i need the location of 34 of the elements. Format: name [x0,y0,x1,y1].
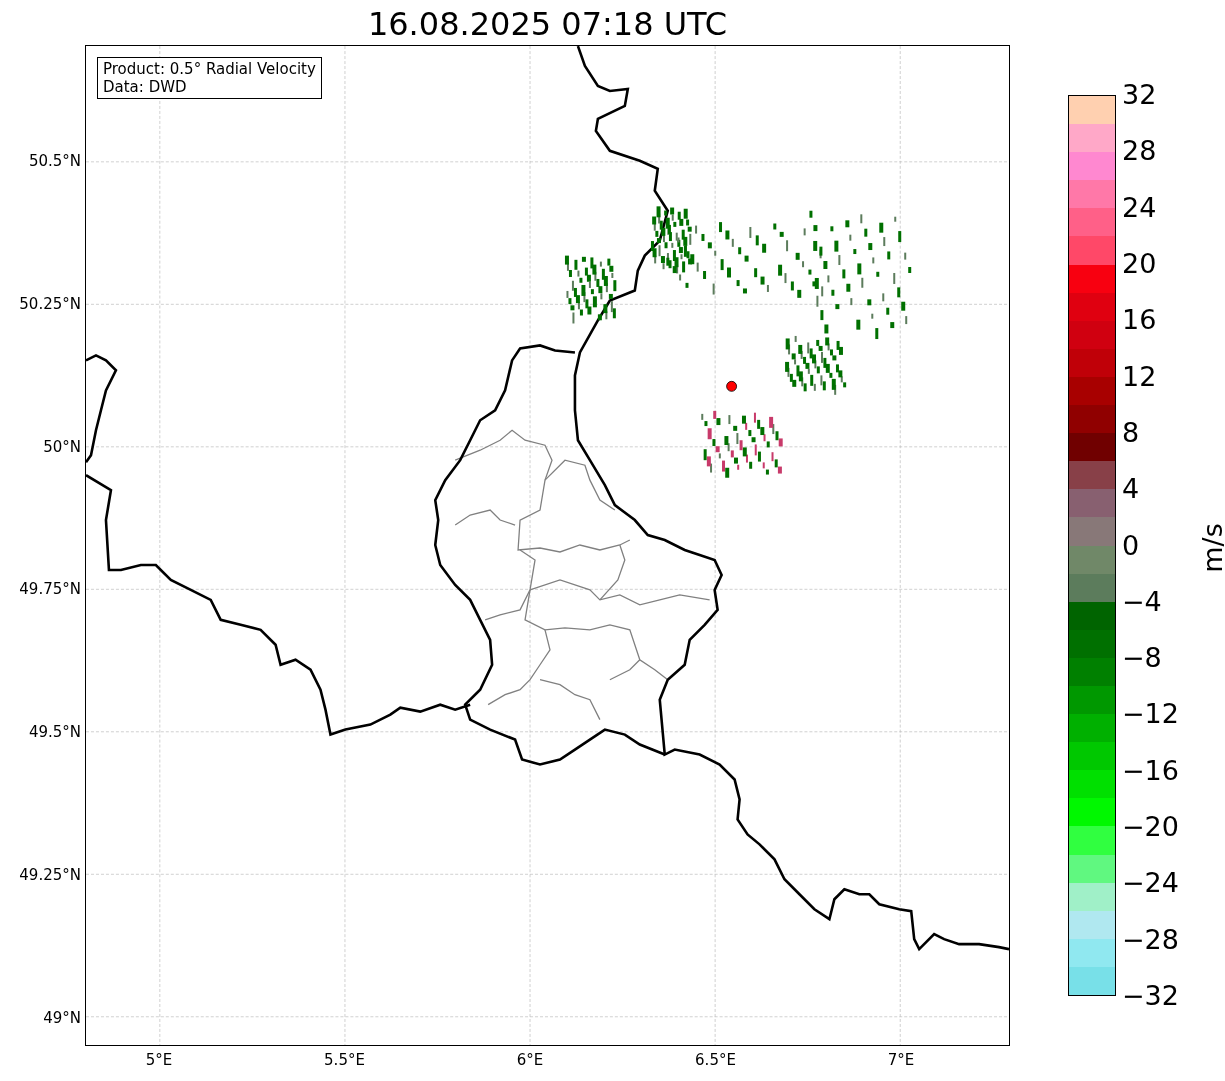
colorbar-tick-label: 20 [1122,248,1157,279]
latitude-label: 49.75°N [19,580,81,599]
colorbar-tick-label: −32 [1122,981,1179,1011]
longitude-label: 5.5°E [323,1051,366,1069]
info-line: Product: 0.5° Radial Velocity [103,60,316,78]
latitude-label: 49°N [43,1008,81,1027]
colorbar-tick-label: 4 [1122,474,1140,505]
radar-site-marker [726,380,737,392]
colorbar-tick-label: −4 [1122,586,1162,617]
longitude-label: 6°E [515,1051,545,1069]
latitude-label: 50.5°N [28,152,81,170]
latitude-label: 49.5°N [28,723,81,742]
colorbar-unit-label: m/s [1197,523,1225,573]
info-line: Data: DWD [103,78,188,96]
longitude-label: 5°E [144,1051,174,1069]
longitude-label: 6.5°E [694,1051,737,1069]
colorbar-tick-label: −12 [1122,699,1179,730]
colorbar-tick-label: −20 [1122,812,1179,843]
colorbar-tick-label: 24 [1122,192,1157,223]
colorbar-tick-label: −28 [1122,924,1179,955]
colorbar-tick-label: 32 [1122,80,1157,110]
colorbar-tick-label: −8 [1122,643,1162,674]
latitude-label: 50°N [43,437,81,456]
colorbar-tick-label: 16 [1122,305,1157,336]
colorbar-tick-label: 12 [1122,361,1157,392]
colorbar-tick-label: −24 [1122,868,1179,899]
latitude-label: 49.25°N [19,866,81,884]
latitude-label: 50.25°N [19,294,81,313]
colorbar-tick-label: 8 [1122,417,1140,448]
colorbar-tick-label: 0 [1122,530,1140,561]
plot-title: 16.08.2025 07:18 UTC [366,4,729,44]
longitude-label: 7°E [886,1051,916,1069]
colorbar-tick-label: −16 [1122,755,1179,786]
colorbar-tick-label: 28 [1122,136,1157,167]
